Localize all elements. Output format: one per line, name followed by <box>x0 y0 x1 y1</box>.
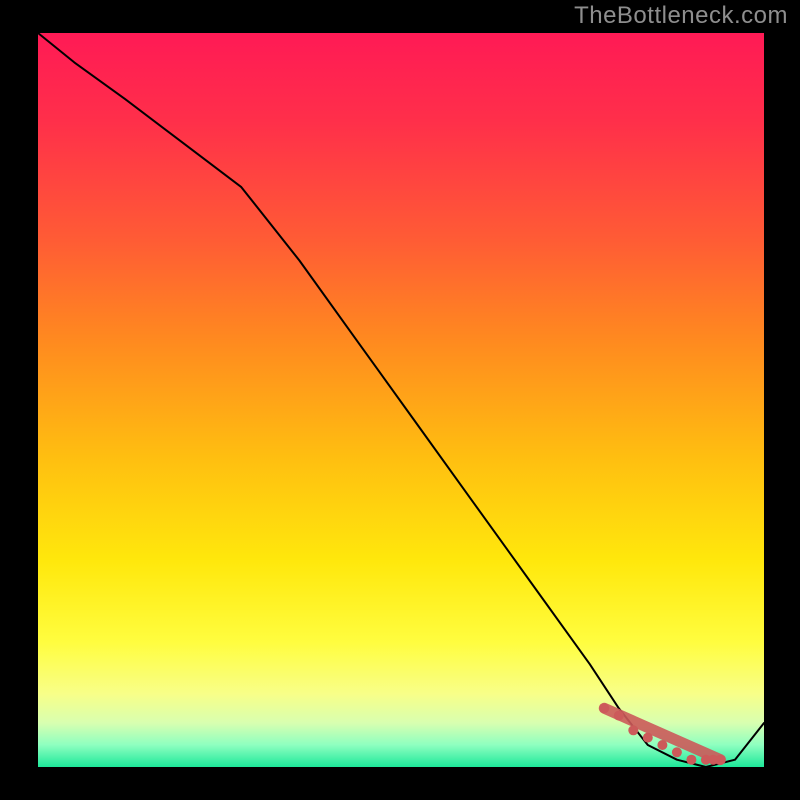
chart-container: TheBottleneck.com <box>0 0 800 800</box>
marker-dot <box>614 711 624 721</box>
marker-dot <box>599 703 609 713</box>
marker-dot <box>643 733 653 743</box>
marker-dot <box>672 747 682 757</box>
marker-dot <box>715 755 725 765</box>
marker-dot <box>628 725 638 735</box>
gradient-background <box>38 33 764 767</box>
marker-dot <box>686 755 696 765</box>
marker-dot <box>657 740 667 750</box>
watermark-text: TheBottleneck.com <box>574 2 788 30</box>
bottleneck-chart <box>0 0 800 800</box>
